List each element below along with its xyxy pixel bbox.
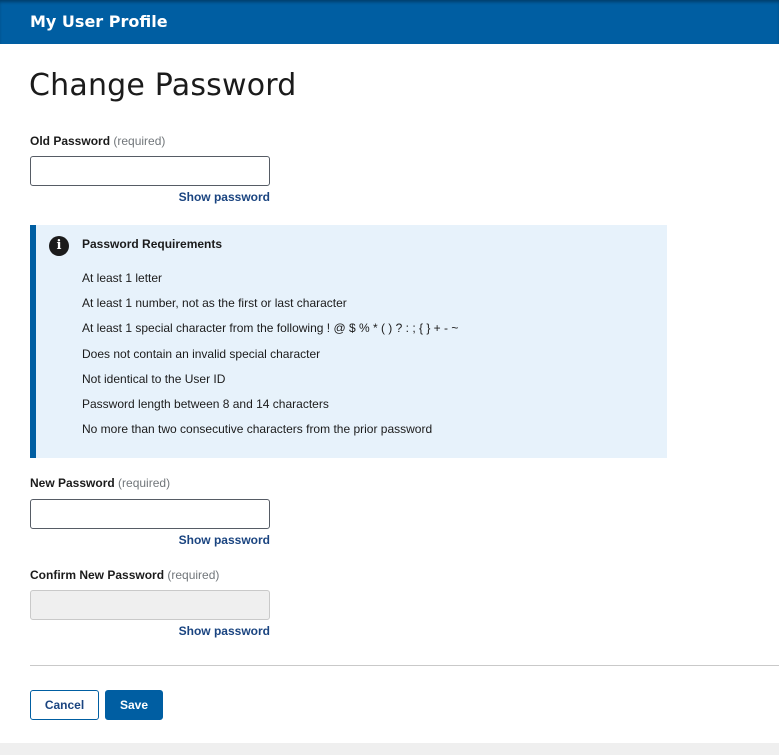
old-password-label: Old Password (required) — [30, 134, 165, 148]
old-password-input[interactable] — [30, 156, 270, 186]
confirm-password-label: Confirm New Password (required) — [30, 568, 219, 582]
requirement-item: At least 1 special character from the fo… — [82, 321, 459, 336]
requirements-title: Password Requirements — [82, 237, 223, 251]
show-confirm-password-link[interactable]: Show password — [30, 624, 270, 638]
info-icon: i — [49, 236, 69, 256]
required-hint: (required) — [167, 568, 220, 582]
new-password-input[interactable] — [30, 499, 270, 529]
required-hint: (required) — [118, 476, 171, 490]
page-title: Change Password — [29, 68, 297, 103]
old-password-label-text: Old Password — [30, 134, 111, 148]
password-requirements-panel: i Password Requirements At least 1 lette… — [30, 225, 667, 458]
show-new-password-link[interactable]: Show password — [30, 533, 270, 547]
requirement-item: At least 1 letter — [82, 271, 163, 285]
confirm-password-label-text: Confirm New Password — [30, 568, 165, 582]
save-button[interactable]: Save — [105, 690, 163, 720]
divider — [30, 665, 779, 666]
new-password-label: New Password (required) — [30, 476, 170, 490]
requirement-item: Not identical to the User ID — [82, 371, 226, 386]
requirements-list: At least 1 letter At least 1 number, not… — [82, 271, 458, 447]
requirement-item: Does not contain an invalid special char… — [82, 346, 321, 361]
show-old-password-link[interactable]: Show password — [30, 190, 270, 204]
requirement-item: No more than two consecutive characters … — [82, 422, 433, 437]
requirement-item: Password length between 8 and 14 charact… — [82, 396, 329, 411]
required-hint: (required) — [113, 134, 166, 148]
new-password-label-text: New Password — [30, 476, 115, 490]
app-title: My User Profile — [30, 12, 168, 31]
top-bar: My User Profile — [0, 0, 779, 44]
footer-band — [0, 743, 779, 755]
cancel-button[interactable]: Cancel — [30, 690, 99, 720]
requirement-item: At least 1 number, not as the first or l… — [82, 296, 347, 311]
confirm-password-input[interactable] — [30, 590, 270, 620]
